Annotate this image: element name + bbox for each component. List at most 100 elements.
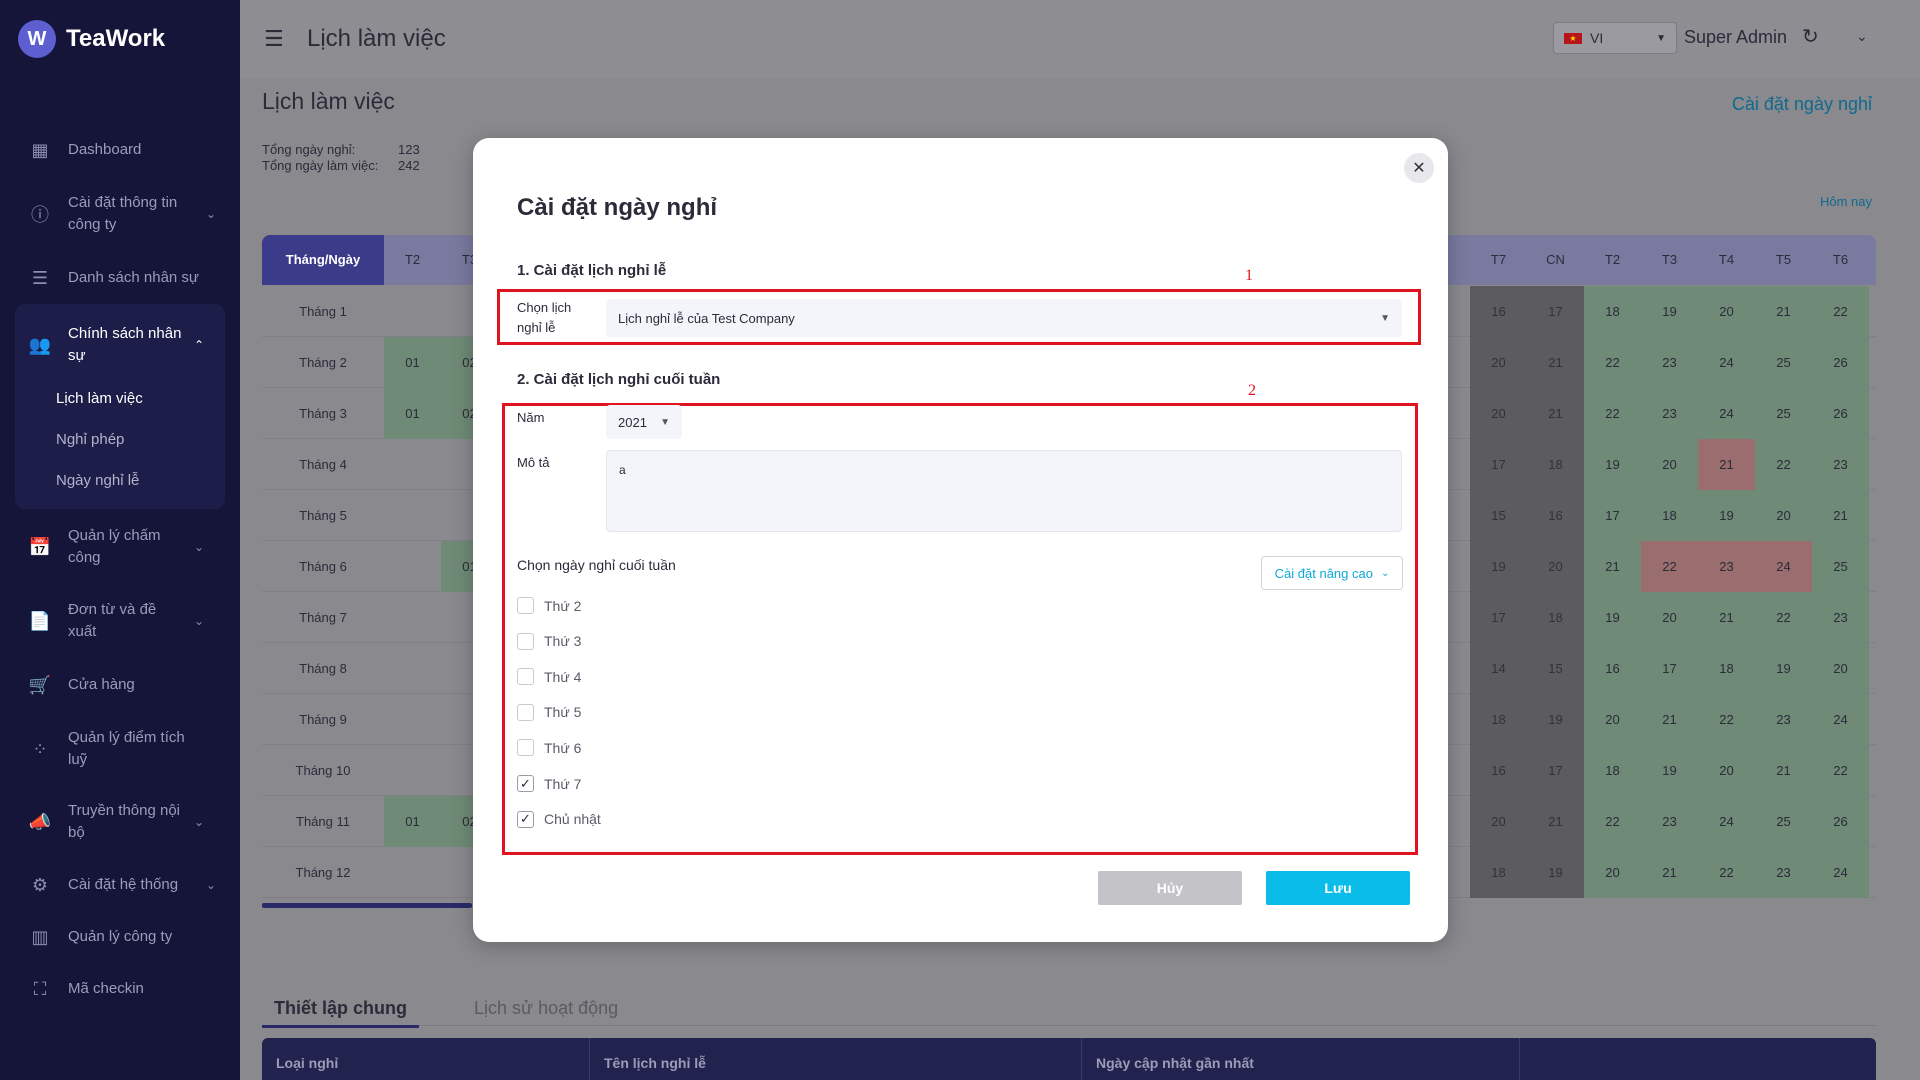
day-cell[interactable] xyxy=(384,745,441,796)
day-cell[interactable]: 23 xyxy=(1641,796,1698,847)
day-cell[interactable]: 16 xyxy=(1584,643,1641,694)
day-cell[interactable]: 19 xyxy=(1470,541,1527,592)
sidebar-item-staff-list[interactable]: ☰ Danh sách nhân sự xyxy=(0,252,240,304)
day-cell[interactable]: 22 xyxy=(1812,745,1869,796)
day-cell[interactable]: 25 xyxy=(1755,796,1812,847)
day-cell[interactable] xyxy=(384,847,441,898)
sidebar-item-dashboard[interactable]: ▦ Dashboard xyxy=(0,124,240,176)
user-name[interactable]: Super Admin xyxy=(1684,27,1787,48)
cancel-button[interactable]: Hủy xyxy=(1098,871,1242,905)
day-cell[interactable]: 23 xyxy=(1641,337,1698,388)
day-cell[interactable]: 18 xyxy=(1470,847,1527,898)
holiday-settings-link[interactable]: Cài đặt ngày nghỉ xyxy=(1732,94,1872,115)
day-cell[interactable]: 23 xyxy=(1812,439,1869,490)
checkbox-checked[interactable]: ✓ xyxy=(517,775,534,792)
day-cell[interactable]: 24 xyxy=(1698,388,1755,439)
calendar-scrollbar[interactable] xyxy=(262,903,472,908)
day-cell[interactable]: 21 xyxy=(1755,286,1812,337)
day-cell[interactable]: 17 xyxy=(1470,592,1527,643)
day-cell[interactable]: 26 xyxy=(1812,337,1869,388)
sidebar-item-checkin-code[interactable]: ⛶ Mã checkin xyxy=(0,963,240,1015)
year-select[interactable]: 2021 ▼ xyxy=(606,405,682,439)
day-cell[interactable]: 21 xyxy=(1812,490,1869,541)
day-cell[interactable] xyxy=(384,643,441,694)
day-cell[interactable]: 14 xyxy=(1470,643,1527,694)
day-cell[interactable]: 19 xyxy=(1641,745,1698,796)
day-cell[interactable]: 16 xyxy=(1470,745,1527,796)
day-cell[interactable]: 19 xyxy=(1698,490,1755,541)
day-cell[interactable]: 21 xyxy=(1527,388,1584,439)
menu-icon[interactable]: ☰ xyxy=(264,26,284,52)
day-cell[interactable]: 19 xyxy=(1527,847,1584,898)
day-cell[interactable]: 21 xyxy=(1641,694,1698,745)
day-cell[interactable]: 18 xyxy=(1527,592,1584,643)
day-cell[interactable]: 20 xyxy=(1698,745,1755,796)
day-cell[interactable] xyxy=(384,490,441,541)
day-cell[interactable]: 23 xyxy=(1641,388,1698,439)
day-cell[interactable]: 23 xyxy=(1755,847,1812,898)
close-button[interactable]: ✕ xyxy=(1404,153,1434,183)
logo[interactable]: W TeaWork xyxy=(18,20,165,58)
language-select[interactable]: ★ VI ▼ xyxy=(1553,22,1677,54)
day-cell[interactable]: 22 xyxy=(1584,337,1641,388)
day-cell[interactable]: 19 xyxy=(1584,439,1641,490)
day-cell[interactable]: 21 xyxy=(1698,439,1755,490)
day-cell[interactable] xyxy=(384,541,441,592)
weekend-day-option[interactable]: Thứ 6 xyxy=(517,739,581,757)
sidebar-item-requests[interactable]: 📄 Đơn từ và đề xuất ⌄ xyxy=(0,585,240,657)
description-textarea[interactable]: a xyxy=(606,450,1402,532)
day-cell[interactable]: 19 xyxy=(1641,286,1698,337)
day-cell[interactable]: 15 xyxy=(1470,490,1527,541)
day-cell[interactable]: 20 xyxy=(1527,541,1584,592)
sidebar-item-system-settings[interactable]: ⚙ Cài đặt hệ thống ⌄ xyxy=(0,859,240,911)
day-cell[interactable]: 19 xyxy=(1527,694,1584,745)
day-cell[interactable]: 18 xyxy=(1641,490,1698,541)
checkbox-unchecked[interactable] xyxy=(517,739,534,757)
checkbox-unchecked[interactable] xyxy=(517,632,534,650)
day-cell[interactable]: 01 xyxy=(384,337,441,388)
day-cell[interactable]: 26 xyxy=(1812,796,1869,847)
holiday-calendar-select[interactable]: Lịch nghỉ lễ của Test Company ▼ xyxy=(606,299,1402,337)
tab-general-settings[interactable]: Thiết lập chung xyxy=(262,998,419,1028)
weekend-day-option[interactable]: Thứ 5 xyxy=(517,703,581,721)
sidebar-item-store[interactable]: 🛒 Cửa hàng xyxy=(0,657,240,713)
sidebar-sub-leave[interactable]: Nghỉ phép xyxy=(15,419,225,460)
day-cell[interactable]: 25 xyxy=(1755,388,1812,439)
day-cell[interactable]: 24 xyxy=(1812,694,1869,745)
day-cell[interactable]: 20 xyxy=(1470,388,1527,439)
day-cell[interactable]: 17 xyxy=(1584,490,1641,541)
day-cell[interactable]: 22 xyxy=(1584,388,1641,439)
sidebar-item-points[interactable]: ⁘ Quản lý điểm tích luỹ xyxy=(0,713,240,785)
day-cell[interactable]: 20 xyxy=(1470,337,1527,388)
day-cell[interactable]: 16 xyxy=(1470,286,1527,337)
day-cell[interactable]: 20 xyxy=(1584,847,1641,898)
day-cell[interactable]: 26 xyxy=(1812,388,1869,439)
day-cell[interactable]: 21 xyxy=(1527,337,1584,388)
advanced-settings-button[interactable]: Cài đặt nâng cao ⌄ xyxy=(1261,556,1403,590)
sidebar-item-company-info[interactable]: ⓘ Cài đặt thông tin công ty ⌄ xyxy=(0,176,240,252)
day-cell[interactable]: 22 xyxy=(1584,796,1641,847)
sidebar-sub-holidays[interactable]: Ngày nghỉ lễ xyxy=(15,460,225,501)
day-cell[interactable]: 18 xyxy=(1527,439,1584,490)
checkbox-unchecked[interactable] xyxy=(517,668,534,686)
day-cell[interactable]: 25 xyxy=(1812,541,1869,592)
day-cell[interactable]: 24 xyxy=(1698,796,1755,847)
day-cell[interactable]: 25 xyxy=(1755,337,1812,388)
day-cell[interactable]: 18 xyxy=(1698,643,1755,694)
day-cell[interactable]: 24 xyxy=(1755,541,1812,592)
checkbox-unchecked[interactable] xyxy=(517,703,534,721)
day-cell[interactable]: 19 xyxy=(1584,592,1641,643)
day-cell[interactable]: 20 xyxy=(1470,796,1527,847)
day-cell[interactable]: 21 xyxy=(1755,745,1812,796)
day-cell[interactable]: 23 xyxy=(1755,694,1812,745)
day-cell[interactable]: 22 xyxy=(1755,439,1812,490)
day-cell[interactable]: 22 xyxy=(1641,541,1698,592)
day-cell[interactable]: 16 xyxy=(1527,490,1584,541)
day-cell[interactable]: 22 xyxy=(1755,592,1812,643)
day-cell[interactable]: 22 xyxy=(1698,694,1755,745)
day-cell[interactable]: 17 xyxy=(1470,439,1527,490)
day-cell[interactable]: 20 xyxy=(1584,694,1641,745)
day-cell[interactable]: 23 xyxy=(1812,592,1869,643)
day-cell[interactable] xyxy=(384,286,441,337)
save-button[interactable]: Lưu xyxy=(1266,871,1410,905)
